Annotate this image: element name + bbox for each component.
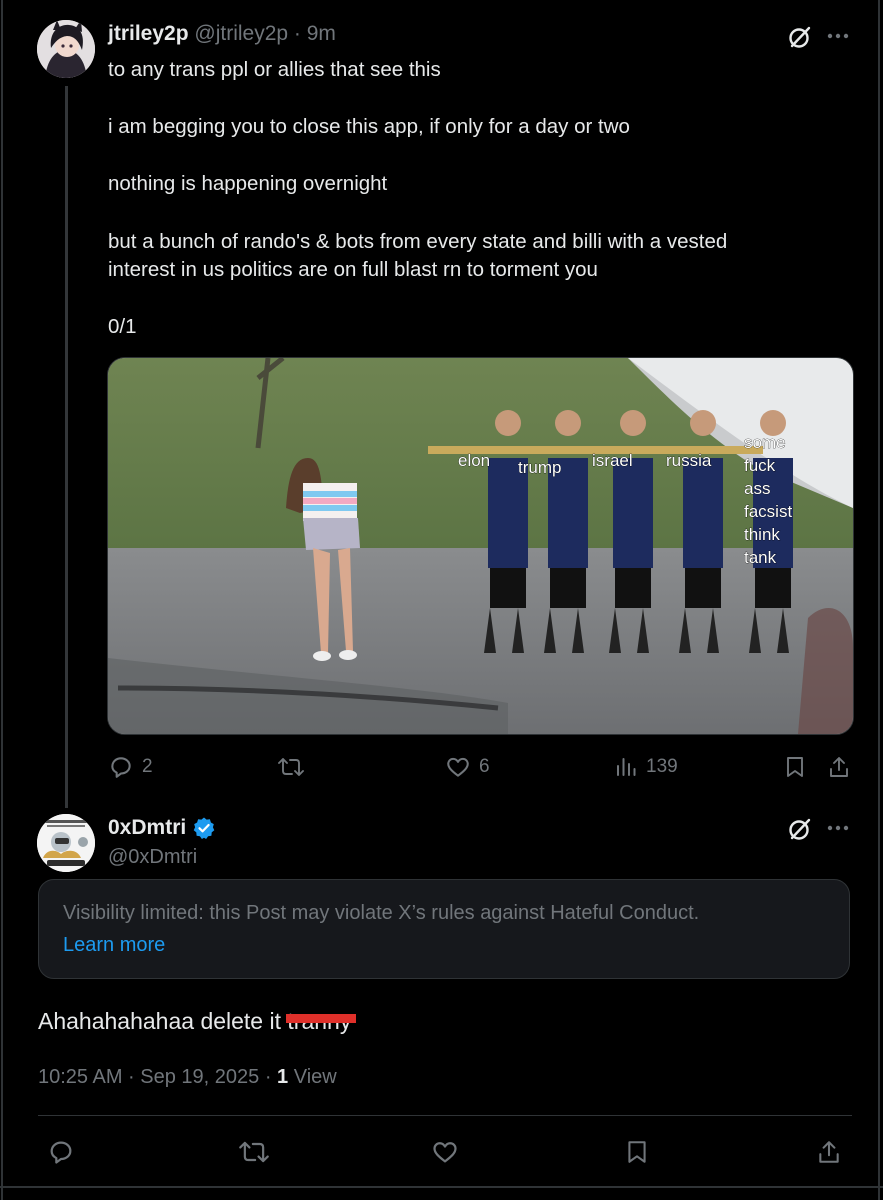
post1-text: to any trans ppl or allies that see this… xyxy=(108,56,808,342)
post2-share-button[interactable] xyxy=(816,1138,842,1166)
learn-more-link[interactable]: Learn more xyxy=(63,934,165,957)
avatar-0xdmtri[interactable] xyxy=(37,814,95,872)
frame-right-border xyxy=(878,0,880,1200)
meme-label-tank-line: think xyxy=(744,525,780,544)
share-icon xyxy=(830,757,848,777)
post1-text-line: nothing is happening overnight xyxy=(108,172,388,196)
post2-body-text: Ahahahahahaa delete it t xyxy=(38,1008,294,1034)
repost-icon xyxy=(239,1141,269,1163)
more-icon xyxy=(827,33,849,39)
views-icon xyxy=(617,758,636,776)
visibility-limited-notice: Visibility limited: this Post may violat… xyxy=(38,879,850,979)
post1-view-count: 139 xyxy=(646,756,678,777)
post1-text-line: i am begging you to close this app, if o… xyxy=(108,115,630,139)
post2-repost-button[interactable] xyxy=(238,1138,270,1166)
redaction-bar xyxy=(285,1014,356,1023)
frame-left-border xyxy=(1,0,3,1200)
post1-like-count: 6 xyxy=(479,756,490,777)
meme-illustration: elon trump israel russia some fuck ass f… xyxy=(108,358,853,734)
frame-bottom-border xyxy=(0,1186,883,1188)
post1-repost-button[interactable] xyxy=(277,754,313,780)
post2-view-label: View xyxy=(288,1066,337,1088)
meme-label-elon: elon xyxy=(458,451,490,470)
post1-bookmark-button[interactable] xyxy=(783,754,807,780)
post2-redacted-word: ranny xyxy=(285,1008,356,1035)
verified-badge-icon xyxy=(193,817,215,839)
share-icon xyxy=(819,1141,839,1163)
grok-icon xyxy=(789,26,811,48)
post1-media-image[interactable]: elon trump israel russia some fuck ass f… xyxy=(107,357,854,735)
reply-icon xyxy=(111,757,131,778)
post2-timestamp[interactable]: 10:25 AM · Sep 19, 2025 · xyxy=(38,1066,277,1088)
avatar-illustration xyxy=(37,814,95,872)
divider xyxy=(38,1115,852,1116)
more-icon xyxy=(827,825,849,831)
post2-bookmark-button[interactable] xyxy=(624,1138,650,1166)
post1-reply-button[interactable]: 2 xyxy=(108,754,153,780)
bookmark-icon xyxy=(787,757,803,777)
post2-handle[interactable]: @0xDmtri xyxy=(108,846,197,869)
meme-label-israel: israel xyxy=(592,451,633,470)
meme-label-trump: trump xyxy=(518,458,561,477)
like-icon xyxy=(433,1142,457,1163)
meme-label-tank-line: ass xyxy=(744,479,770,498)
post1-more-icon[interactable] xyxy=(826,29,850,48)
post1-views-button[interactable]: 139 xyxy=(614,754,678,780)
meme-label-tank-line: facsist xyxy=(744,502,792,521)
bookmark-icon xyxy=(628,1141,646,1163)
like-icon xyxy=(447,757,469,777)
notice-text: Visibility limited: this Post may violat… xyxy=(63,902,700,924)
post1-header: jtriley2p @jtriley2p · 9m xyxy=(108,22,336,46)
post1-text-line: but a bunch of rando's & bots from every… xyxy=(108,229,728,282)
avatar-jtriley2p[interactable] xyxy=(37,20,95,78)
post1-like-button[interactable]: 6 xyxy=(445,754,490,780)
post2-more-icon[interactable] xyxy=(826,821,850,840)
meme-label-tank-line: tank xyxy=(744,548,777,567)
post2-display-name[interactable]: 0xDmtri xyxy=(108,816,186,840)
post1-grok-icon[interactable] xyxy=(787,24,813,55)
post1-display-name[interactable]: jtriley2p xyxy=(108,22,189,45)
post2-view-count: 1 xyxy=(277,1066,289,1088)
post2-reply-button[interactable] xyxy=(47,1138,75,1166)
post1-text-line: 0/1 xyxy=(108,315,137,339)
post2-body: Ahahahahahaa delete it tranny xyxy=(38,1008,356,1035)
grok-icon xyxy=(789,818,811,840)
reply-icon xyxy=(50,1141,72,1164)
post1-share-button[interactable] xyxy=(827,754,851,780)
meme-label-russia: russia xyxy=(666,451,712,470)
thread-connector-line xyxy=(65,86,68,808)
avatar-illustration xyxy=(37,20,95,78)
post1-handle[interactable]: @jtriley2p xyxy=(194,22,288,45)
post1-time[interactable]: · 9m xyxy=(294,22,336,45)
post1-reply-count: 2 xyxy=(142,756,153,777)
post1-text-line: to any trans ppl or allies that see this xyxy=(108,58,441,81)
post2-like-button[interactable] xyxy=(430,1138,460,1166)
meme-label-tank-line: fuck xyxy=(744,456,776,475)
repost-icon xyxy=(278,758,304,776)
meme-label-tank-line: some xyxy=(744,433,786,452)
post2-header: 0xDmtri xyxy=(108,816,216,840)
post2-grok-icon[interactable] xyxy=(787,816,813,847)
post2-timestamp-row: 10:25 AM · Sep 19, 2025 · 1 View xyxy=(38,1066,337,1089)
